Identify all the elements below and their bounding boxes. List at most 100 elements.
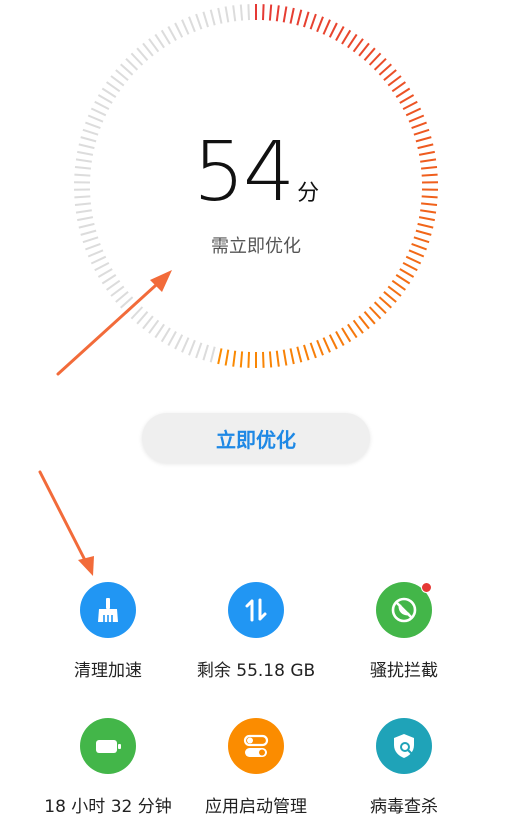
- gauge-tick: [75, 209, 92, 214]
- gauge-tick: [195, 342, 203, 359]
- gauge-tick: [358, 315, 370, 330]
- gauge-tick: [101, 274, 117, 285]
- gauge-tick: [395, 87, 411, 98]
- gauge-tick: [78, 222, 95, 229]
- gauge-tick: [130, 52, 144, 66]
- battery-icon: [80, 718, 136, 774]
- storage-arrows-icon: [228, 582, 284, 638]
- gauge-tick: [391, 279, 406, 291]
- gauge-tick: [247, 4, 250, 21]
- gauge-tick: [328, 334, 338, 350]
- gauge-tick: [335, 331, 345, 346]
- gauge-tick: [418, 216, 435, 222]
- tool-storage[interactable]: 剩余 55.18 GB: [171, 582, 341, 681]
- gauge-tick: [399, 94, 415, 104]
- gauge-tick: [373, 57, 387, 71]
- gauge-tick: [268, 4, 273, 21]
- gauge-tick: [188, 339, 196, 356]
- gauge-tick: [209, 9, 216, 26]
- optimize-now-button[interactable]: 立即优化: [142, 413, 370, 463]
- tool-app-launch[interactable]: 应用启动管理: [171, 718, 341, 817]
- gauge-tick: [110, 285, 125, 297]
- gauge-tick: [202, 344, 209, 361]
- arrow-to-cleanup: [38, 470, 92, 572]
- gauge-tick: [217, 348, 223, 365]
- gauge-tick: [87, 114, 104, 123]
- tool-virus-scan[interactable]: 病毒查杀: [319, 718, 489, 817]
- gauge-tick: [378, 296, 392, 309]
- gauge-tick: [174, 22, 184, 38]
- gauge-tick: [224, 6, 230, 23]
- gauge-tick: [347, 33, 358, 49]
- gauge-tick: [368, 306, 382, 320]
- gauge-tick: [85, 121, 101, 130]
- gauge-tick: [136, 47, 149, 61]
- tool-cleanup[interactable]: 清理加速: [23, 582, 193, 681]
- gauge-tick: [262, 351, 265, 368]
- tool-label: 病毒查杀: [370, 797, 438, 817]
- gauge-tick: [154, 323, 165, 339]
- tool-battery[interactable]: 18 小时 32 分钟: [23, 718, 193, 817]
- gauge-tick: [341, 29, 352, 45]
- gauge-tick: [335, 26, 345, 41]
- gauge-tick: [328, 22, 338, 38]
- gauge-tick: [296, 9, 303, 26]
- gauge-tick: [347, 323, 358, 339]
- gauge-tick: [383, 291, 397, 303]
- gauge-tick: [75, 158, 92, 163]
- gauge-tick: [202, 11, 209, 28]
- gauge-tick: [74, 195, 91, 199]
- gauge-tick: [289, 348, 295, 365]
- gauge-tick: [217, 7, 223, 24]
- broom-icon: [80, 582, 136, 638]
- gauge-tick: [383, 69, 397, 81]
- gauge-tick: [94, 262, 110, 272]
- gauge-tick: [188, 16, 196, 33]
- gauge-tick: [309, 13, 317, 30]
- gauge-tick: [160, 29, 171, 45]
- gauge-tick: [106, 279, 121, 291]
- gauge-tick: [154, 33, 165, 49]
- gauge-tick: [78, 143, 95, 150]
- gauge-tick: [275, 350, 280, 367]
- gauge-tick: [110, 75, 125, 87]
- gauge-tick: [239, 351, 244, 368]
- gauge-tick: [74, 173, 91, 177]
- gauge-tick: [74, 202, 92, 206]
- tool-harassment-block[interactable]: 骚扰拦截: [319, 582, 489, 681]
- gauge-tick: [209, 346, 216, 363]
- gauge-tick: [224, 349, 230, 366]
- gauge-tick: [421, 195, 438, 199]
- gauge-tick: [399, 268, 415, 278]
- tool-label: 骚扰拦截: [370, 661, 438, 681]
- gauge-tick: [289, 7, 295, 24]
- gauge-tick: [378, 63, 392, 76]
- gauge-tick: [195, 13, 203, 30]
- tool-label: 清理加速: [74, 661, 142, 681]
- gauge-tick: [309, 342, 317, 359]
- gauge-tick: [421, 173, 438, 177]
- gauge-tick: [363, 311, 376, 325]
- gauge-tick: [417, 143, 434, 150]
- gauge-tick: [417, 222, 434, 229]
- gauge-tick: [167, 26, 177, 41]
- shield-search-icon: [376, 718, 432, 774]
- gauge-tick: [387, 285, 402, 297]
- toggle-icon: [228, 718, 284, 774]
- gauge-tick: [368, 52, 382, 66]
- gauge-tick: [296, 346, 303, 363]
- gauge-tick: [391, 81, 406, 93]
- gauge-tick: [316, 16, 324, 33]
- gauge-tick: [420, 202, 438, 206]
- score-status: 需立即优化: [211, 236, 301, 257]
- gauge-tick: [115, 291, 129, 303]
- gauge-tick: [322, 19, 331, 35]
- gauge-tick: [341, 327, 352, 343]
- gauge-tick: [363, 47, 376, 61]
- gauge-tick: [322, 337, 331, 353]
- gauge-tick: [167, 331, 177, 346]
- gauge-tick: [232, 5, 237, 22]
- blocked-call-icon: [376, 582, 432, 638]
- gauge-tick: [275, 5, 280, 22]
- gauge-tick: [80, 136, 97, 143]
